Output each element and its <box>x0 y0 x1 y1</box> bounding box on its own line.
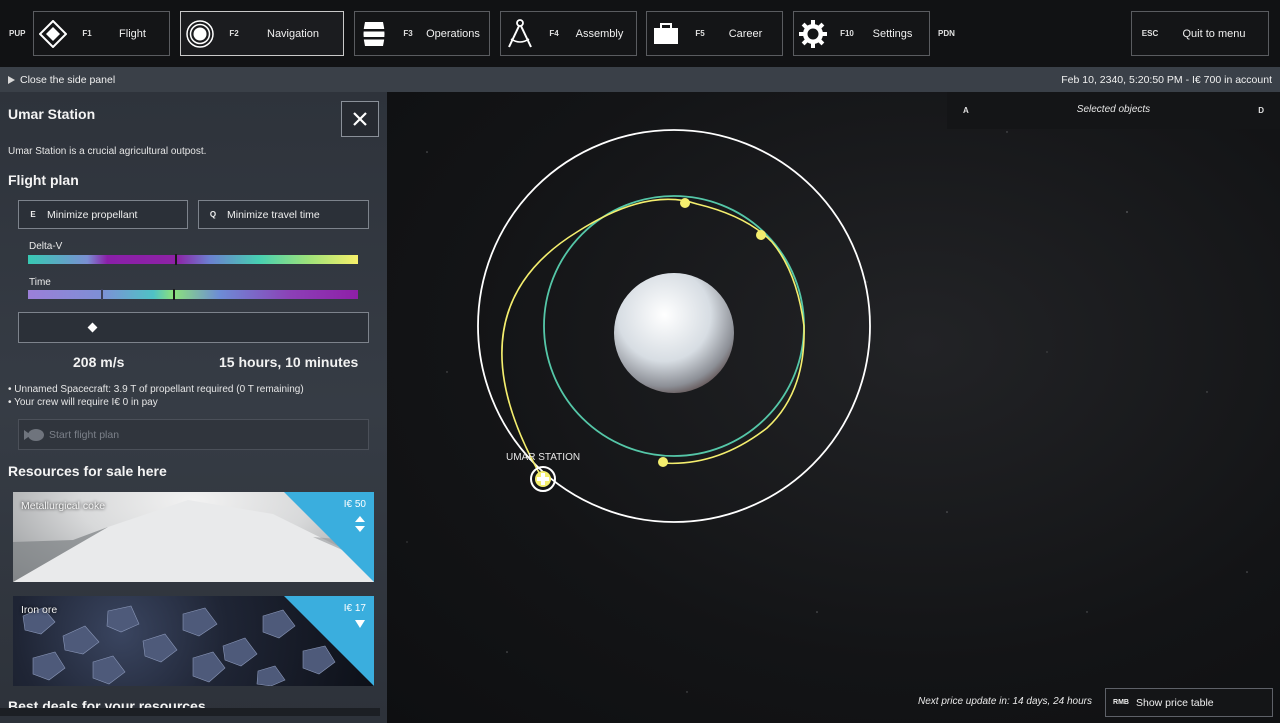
flight-label: Flight <box>119 27 146 40</box>
orbit-rings-icon <box>181 12 219 55</box>
close-side-panel-label: Close the side panel <box>20 73 116 86</box>
planet[interactable] <box>614 273 734 393</box>
waypoint-marker[interactable] <box>680 198 690 208</box>
close-icon <box>353 112 367 126</box>
panel-scrollbar[interactable] <box>0 708 380 716</box>
travel-time-value: 15 hours, 10 minutes <box>219 354 359 370</box>
minimize-travel-time-button[interactable]: Q Minimize travel time <box>198 200 369 229</box>
compass-diamond-icon <box>34 12 72 55</box>
propellant-note: • Unnamed Spacecraft: 3.9 T of propellan… <box>8 384 304 395</box>
close-panel-button[interactable] <box>341 101 379 137</box>
navigation-menu-button[interactable]: F2 Navigation <box>180 11 344 56</box>
time-label: Time <box>29 277 51 288</box>
triangle-right-icon <box>8 75 15 84</box>
star-field <box>406 131 1248 693</box>
navigation-key: F2 <box>229 29 239 38</box>
top-menu-bar: PUP F1 Flight F2 Navigation F3 Operation… <box>0 0 1280 67</box>
assembly-menu-button[interactable]: F4 Assembly <box>500 11 637 56</box>
assembly-key: F4 <box>549 29 559 38</box>
settings-key: F10 <box>840 29 854 38</box>
station-side-panel: Umar Station Umar Station is a crucial a… <box>0 92 387 723</box>
selected-objects-label: Selected objects <box>1076 104 1151 115</box>
resource-name: Iron ore <box>21 604 58 616</box>
time-tick <box>100 289 103 300</box>
resource-price: I€ 50 <box>343 499 366 510</box>
show-price-table-label: Show price table <box>1136 696 1214 709</box>
flight-plan-heading: Flight plan <box>8 172 79 188</box>
quit-label: Quit to menu <box>1182 27 1246 40</box>
next-object-key[interactable]: D <box>1258 106 1264 115</box>
minimize-propellant-button[interactable]: E Minimize propellant <box>18 200 188 229</box>
page-down-hint: PDN <box>938 29 955 38</box>
career-label: Career <box>728 27 763 40</box>
settings-menu-button[interactable]: F10 Settings <box>793 11 930 56</box>
minimize-propellant-key: E <box>30 210 36 219</box>
page-up-hint: PUP <box>9 29 26 38</box>
operations-menu-button[interactable]: F3 Operations <box>354 11 490 56</box>
operations-label: Operations <box>426 27 480 40</box>
flight-plan-slider[interactable] <box>18 312 369 343</box>
resource-card-metallurgical-coke[interactable]: Metallurgical coke I€ 50 <box>13 492 374 582</box>
career-key: F5 <box>695 29 705 38</box>
station-title: Umar Station <box>8 106 96 122</box>
resource-price: I€ 17 <box>343 603 366 614</box>
quit-key: ESC <box>1141 29 1159 38</box>
show-price-table-button[interactable]: RMB Show price table <box>1105 688 1273 717</box>
navigation-map[interactable]: UMAR STATION A Selected objects D Next p… <box>387 92 1280 723</box>
operations-key: F3 <box>403 29 413 38</box>
delta-v-label: Delta-V <box>29 241 63 252</box>
resource-name: Metallurgical coke <box>21 500 106 512</box>
flight-menu-button[interactable]: F1 Flight <box>33 11 170 56</box>
start-flight-plan-label: Start flight plan <box>49 428 120 441</box>
settings-label: Settings <box>872 27 913 40</box>
station-description: Umar Station is a crucial agricultural o… <box>8 146 207 157</box>
quit-to-menu-button[interactable]: ESC Quit to menu <box>1131 11 1269 56</box>
spacecraft-icon <box>19 427 49 443</box>
time-gradient-bar <box>28 289 358 300</box>
start-flight-plan-button[interactable]: Start flight plan <box>18 419 369 450</box>
station-map-label: UMAR STATION <box>506 452 580 463</box>
career-menu-button[interactable]: F5 Career <box>646 11 783 56</box>
delta-v-marker <box>174 254 177 265</box>
drafting-compass-icon <box>501 12 539 55</box>
crew-pay-note: • Your crew will require I€ 0 in pay <box>8 397 158 408</box>
slider-handle[interactable] <box>87 322 98 333</box>
barrel-icon <box>355 12 393 55</box>
time-marker <box>173 289 176 300</box>
price-update-countdown: Next price update in: 14 days, 24 hours <box>918 696 1092 707</box>
date-and-balance: Feb 10, 2340, 5:20:50 PM - I€ 700 in acc… <box>1061 73 1272 86</box>
minimize-travel-time-label: Minimize travel time <box>227 208 320 221</box>
close-side-panel-toggle[interactable]: Close the side panel <box>8 74 115 86</box>
right-mouse-key: RMB <box>1113 699 1129 706</box>
briefcase-icon <box>647 12 685 55</box>
minimize-travel-time-key: Q <box>209 210 217 219</box>
minimize-propellant-label: Minimize propellant <box>47 208 138 221</box>
orbit-view: UMAR STATION <box>406 129 1248 693</box>
gear-icon <box>794 12 832 55</box>
resource-card-iron-ore[interactable]: Iron ore I€ 17 <box>13 596 374 686</box>
waypoint-marker[interactable] <box>658 457 668 467</box>
sort-up-down-icon[interactable] <box>355 516 365 532</box>
flight-key: F1 <box>82 29 92 38</box>
sort-down-icon[interactable] <box>355 620 365 628</box>
status-bar: Close the side panel Feb 10, 2340, 5:20:… <box>0 67 1280 92</box>
delta-v-gradient-bar <box>28 254 358 265</box>
waypoint-marker[interactable] <box>756 230 766 240</box>
selected-objects-panel: A Selected objects D <box>947 92 1280 129</box>
navigation-label: Navigation <box>267 27 319 40</box>
delta-v-value: 208 m/s <box>73 354 125 370</box>
assembly-label: Assembly <box>575 27 624 40</box>
resources-heading: Resources for sale here <box>8 463 167 479</box>
